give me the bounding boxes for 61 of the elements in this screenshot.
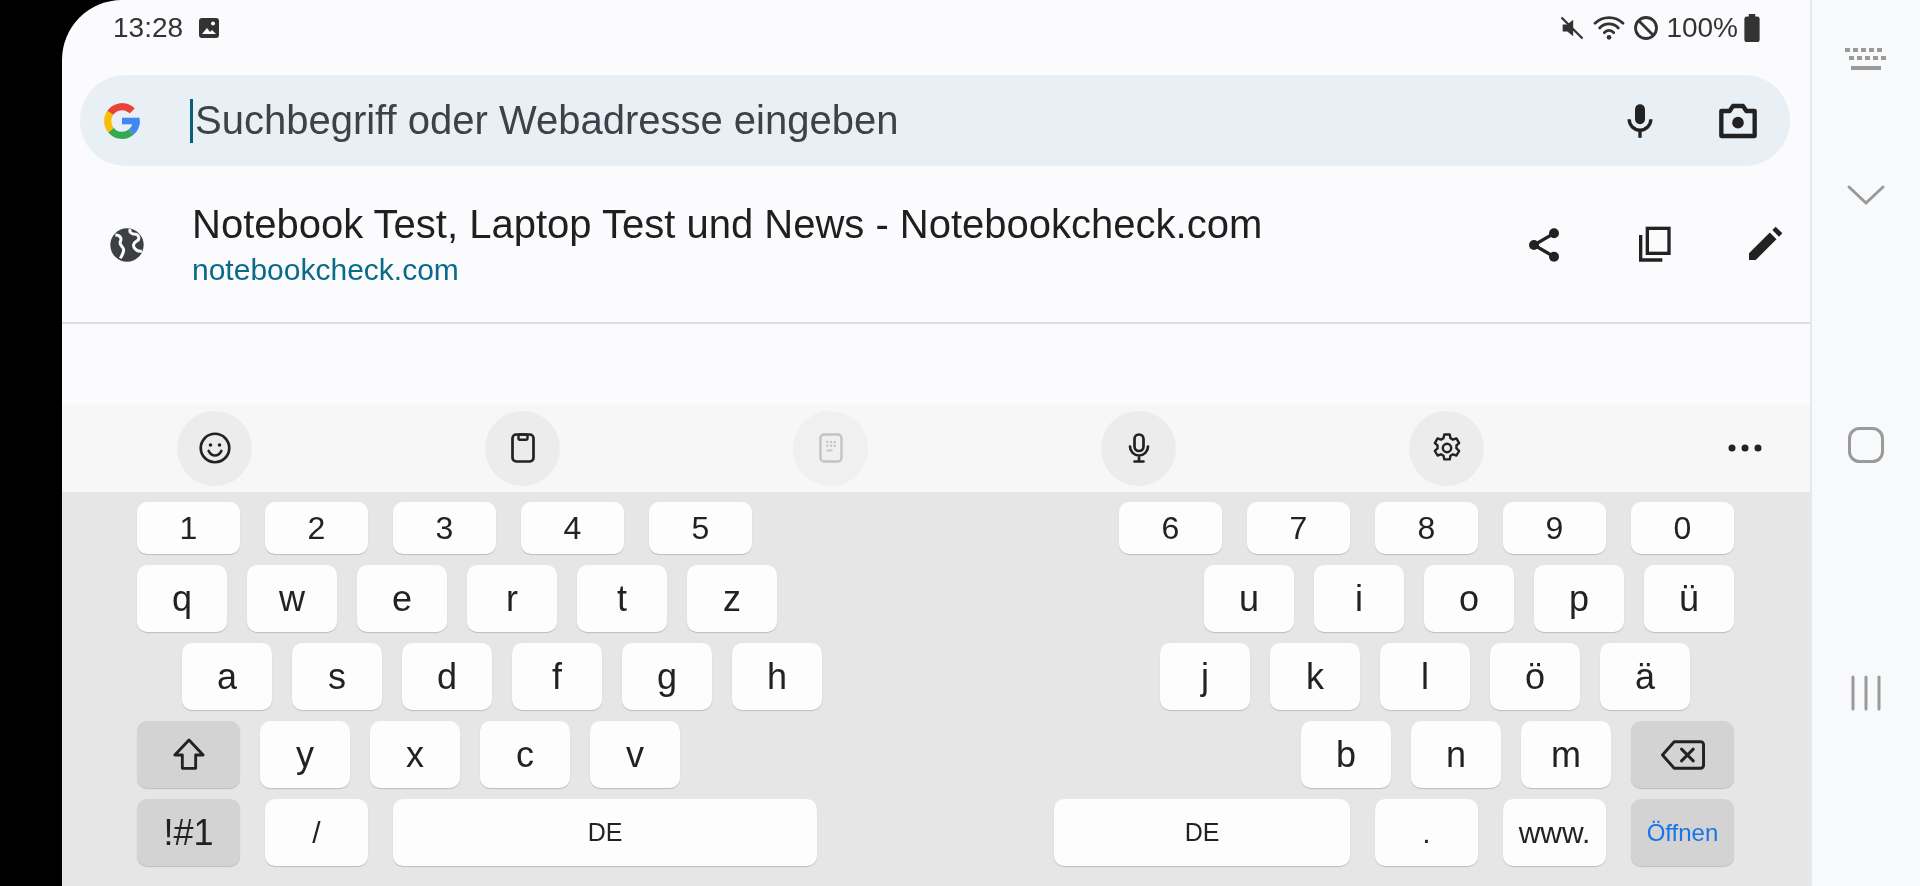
suggestion-title[interactable]: Notebook Test, Laptop Test und News - Notebookcheck.com (192, 202, 1524, 247)
keyboard-key[interactable]: j (1160, 643, 1250, 710)
address-bar[interactable]: Suchbegriff oder Webadresse eingeben (80, 75, 1790, 166)
keyboard-key[interactable]: l (1380, 643, 1470, 710)
keyboard-key[interactable]: 5 (649, 502, 752, 554)
smiley-icon (196, 430, 233, 466)
keyboard-key[interactable]: k (1270, 643, 1360, 710)
keyboard-key[interactable]: e (357, 565, 447, 632)
keyboard-key[interactable]: m (1521, 721, 1611, 788)
symbols-key[interactable]: !#1 (137, 799, 240, 866)
keyboard-key[interactable]: v (590, 721, 680, 788)
space-key[interactable]: DE (393, 799, 817, 866)
battery-percentage: 100% (1666, 11, 1738, 44)
keyboard-key[interactable]: z (687, 565, 777, 632)
keyboard-key[interactable]: w (247, 565, 337, 632)
keyboard-key[interactable]: y (260, 721, 350, 788)
keyboard-key[interactable]: 7 (1247, 502, 1350, 554)
home-square-icon (1847, 426, 1885, 464)
keyboard-key[interactable]: ü (1644, 565, 1734, 632)
keyboard-key[interactable]: ö (1490, 643, 1580, 710)
backspace-key[interactable] (1631, 721, 1734, 788)
keyboard-key[interactable]: b (1301, 721, 1391, 788)
keyboard-key[interactable]: www. (1503, 799, 1606, 866)
keyboard-key[interactable]: x (370, 721, 460, 788)
chevron-down-icon (1846, 184, 1886, 206)
keyboard-key[interactable]: q (137, 565, 227, 632)
keyboard-key[interactable]: t (577, 565, 667, 632)
keyboard-key[interactable]: 6 (1119, 502, 1222, 554)
address-field[interactable]: Suchbegriff oder Webadresse eingeben (195, 98, 1620, 143)
keyboard-key[interactable]: / (265, 799, 368, 866)
keyboard-key[interactable]: s (292, 643, 382, 710)
keyboard-key[interactable]: o (1424, 565, 1514, 632)
suggestion-url[interactable]: notebookcheck.com (192, 253, 459, 287)
keyboard-key[interactable]: . (1375, 799, 1478, 866)
keyboard-key[interactable]: 2 (265, 502, 368, 554)
keyboard-key[interactable]: u (1204, 565, 1294, 632)
keyboard-key[interactable]: r (467, 565, 557, 632)
keyboard-key[interactable]: 1 (137, 502, 240, 554)
keyboard-key[interactable]: p (1534, 565, 1624, 632)
keyboard-key[interactable]: 3 (393, 502, 496, 554)
keyboard-key[interactable]: 9 (1503, 502, 1606, 554)
keyboard-key[interactable]: a (182, 643, 272, 710)
clock-time: 13:28 (113, 11, 184, 44)
image-icon (197, 15, 222, 40)
space-key[interactable]: DE (1054, 799, 1350, 866)
shift-key[interactable] (137, 721, 240, 788)
keyboard-key[interactable]: 8 (1375, 502, 1478, 554)
keyboard-key[interactable]: g (622, 643, 712, 710)
keyboard-key[interactable]: c (480, 721, 570, 788)
keyboard-key[interactable]: h (732, 643, 822, 710)
keyboard-key[interactable]: n (1411, 721, 1501, 788)
keyboard-key[interactable]: f (512, 643, 602, 710)
keyboard-key[interactable]: 4 (521, 502, 624, 554)
backspace-icon (1660, 737, 1705, 772)
keyboard-key[interactable]: i (1314, 565, 1404, 632)
battery-icon (1744, 13, 1760, 42)
keyboard-key[interactable]: 0 (1631, 502, 1734, 554)
blocked-icon (1632, 13, 1661, 42)
wifi-icon (1592, 13, 1627, 42)
keyboard-key[interactable]: d (402, 643, 492, 710)
keyboard-key[interactable]: ä (1600, 643, 1690, 710)
